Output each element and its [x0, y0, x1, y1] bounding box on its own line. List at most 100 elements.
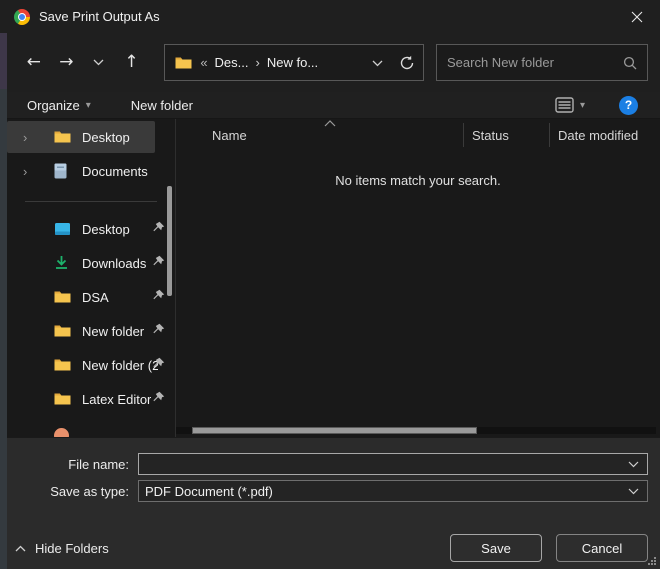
- sidebar-item-label: DSA: [82, 289, 109, 305]
- caret-down-icon: ▾: [85, 99, 91, 111]
- sidebar-scrollbar[interactable]: [167, 186, 172, 296]
- empty-list-message: No items match your search.: [335, 173, 501, 188]
- sidebar-item-label: Latex Editor: [82, 391, 152, 407]
- navigation-pane: › Desktop › Documents Desktop Downloads …: [7, 119, 176, 437]
- list-header: Name Status Date modified: [176, 119, 660, 151]
- column-header-date-modified[interactable]: Date modified: [549, 123, 660, 147]
- back-button[interactable]: ←: [22, 49, 46, 77]
- window-title: Save Print Output As: [39, 9, 160, 24]
- breadcrumb-separator-icon: ›: [255, 55, 260, 70]
- search-input[interactable]: [447, 55, 623, 70]
- close-icon: [631, 11, 643, 22]
- downloads-arrow-icon: [56, 256, 67, 269]
- sidebar-item-label: Desktop: [82, 129, 130, 145]
- refresh-icon: [400, 55, 414, 69]
- address-bar[interactable]: « Des... › New fo...: [164, 44, 424, 81]
- desktop-monitor-icon: [55, 222, 70, 235]
- view-options-button[interactable]: ▾: [555, 97, 585, 113]
- sidebar-separator: [25, 201, 157, 202]
- column-header-name[interactable]: Name: [176, 123, 463, 147]
- folder-icon: [54, 393, 71, 405]
- background-window-edge: [0, 33, 7, 569]
- save-as-type-value: PDF Document (*.pdf): [145, 483, 273, 499]
- chevron-up-icon: [15, 545, 26, 551]
- organize-label: Organize: [27, 97, 80, 113]
- dialog-body: › Desktop › Documents Desktop Downloads …: [0, 119, 660, 437]
- organize-button[interactable]: Organize ▾: [27, 98, 91, 113]
- pin-icon: [153, 323, 165, 334]
- search-icon: [623, 56, 637, 69]
- address-dropdown-button[interactable]: [372, 55, 383, 70]
- save-as-type-label: Save as type:: [50, 483, 129, 499]
- hide-folders-button[interactable]: Hide Folders: [15, 541, 109, 556]
- folder-icon: [54, 325, 71, 337]
- sidebar-item-desktop[interactable]: Desktop: [7, 212, 175, 246]
- sidebar-item-label: New folder: [82, 323, 145, 339]
- up-button[interactable]: ↑: [120, 49, 144, 77]
- pin-icon: [153, 255, 165, 266]
- sidebar-item-label: Downloads: [82, 255, 147, 271]
- chevron-down-icon: [628, 488, 639, 494]
- horizontal-scrollbar-track[interactable]: [176, 427, 656, 434]
- sidebar-item-new-folder-2[interactable]: New folder (2: [7, 348, 175, 382]
- pin-icon: [153, 221, 165, 232]
- horizontal-scrollbar-thumb[interactable]: [192, 427, 477, 434]
- sidebar-item-dsa[interactable]: DSA: [7, 280, 175, 314]
- caret-down-icon: ▾: [579, 99, 585, 111]
- sidebar-item-downloads[interactable]: Downloads: [7, 246, 175, 280]
- folder-icon: [54, 291, 71, 303]
- breadcrumb-overflow[interactable]: «: [200, 55, 207, 70]
- recent-locations-button[interactable]: [87, 49, 111, 77]
- command-toolbar: Organize ▾ New folder ▾ ?: [0, 92, 660, 119]
- list-view-icon: [555, 97, 574, 113]
- chrome-logo-icon: [14, 8, 30, 25]
- back-arrow-icon: ←: [26, 52, 41, 72]
- navigation-bar: ← → ↑ « Des... › New fo...: [0, 33, 660, 92]
- folder-icon: [175, 57, 192, 68]
- sidebar-item-label: Desktop: [82, 221, 130, 237]
- dialog-footer: File name: Save as type: PDF Document (*…: [0, 437, 660, 569]
- chevron-down-icon: [93, 59, 104, 66]
- new-folder-label: New folder: [130, 97, 193, 113]
- refresh-button[interactable]: [399, 55, 415, 71]
- question-mark-icon: ?: [624, 98, 633, 112]
- sidebar-item-label: New folder (2: [82, 357, 158, 373]
- document-icon: [54, 163, 67, 179]
- pin-icon: [153, 357, 165, 368]
- forward-button[interactable]: →: [55, 49, 79, 77]
- resize-grip[interactable]: [647, 556, 657, 566]
- sidebar-item-label: Documents: [82, 163, 148, 179]
- pin-icon: [153, 391, 165, 402]
- cancel-button[interactable]: Cancel: [556, 534, 648, 562]
- file-name-input[interactable]: [145, 455, 628, 473]
- pin-icon: [153, 289, 165, 300]
- breadcrumb-segment-desktop[interactable]: Des...: [215, 55, 249, 70]
- folder-icon: [54, 131, 71, 143]
- breadcrumb-segment-newfolder[interactable]: New fo...: [267, 55, 318, 70]
- up-arrow-icon: ↑: [124, 52, 139, 72]
- sidebar-item-new-folder[interactable]: New folder: [7, 314, 175, 348]
- sidebar-tree-documents[interactable]: › Documents: [7, 155, 175, 187]
- help-button[interactable]: ?: [619, 95, 638, 115]
- sidebar-tree-desktop[interactable]: › Desktop: [7, 121, 155, 153]
- new-folder-button[interactable]: New folder: [131, 98, 193, 113]
- column-header-status[interactable]: Status: [463, 123, 549, 147]
- save-dialog-window: Save Print Output As ← → ↑ « Des... › Ne…: [0, 0, 660, 569]
- save-as-type-select[interactable]: PDF Document (*.pdf): [138, 480, 648, 502]
- file-name-combobox: [138, 453, 648, 475]
- title-bar: Save Print Output As: [0, 0, 660, 33]
- save-button[interactable]: Save: [450, 534, 542, 562]
- hide-folders-label: Hide Folders: [35, 540, 109, 556]
- folder-icon: [54, 359, 71, 371]
- sidebar-item-partial-icon: [54, 428, 69, 437]
- chevron-right-icon[interactable]: ›: [23, 164, 35, 179]
- sort-ascending-icon: [324, 120, 336, 127]
- file-list: Name Status Date modified No items match…: [176, 119, 660, 437]
- chevron-down-icon[interactable]: [628, 461, 639, 468]
- forward-arrow-icon: →: [59, 52, 74, 72]
- chevron-down-icon: [372, 60, 383, 67]
- chevron-right-icon[interactable]: ›: [23, 130, 35, 145]
- sidebar-item-latex-editor[interactable]: Latex Editor: [7, 382, 175, 416]
- close-button[interactable]: [614, 0, 660, 33]
- file-name-label: File name:: [68, 456, 129, 472]
